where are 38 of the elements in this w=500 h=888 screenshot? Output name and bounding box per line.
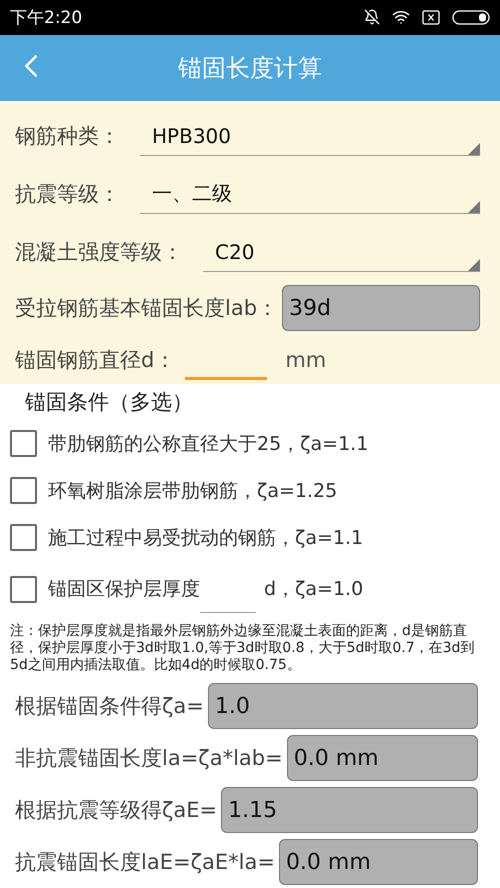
checkbox[interactable] bbox=[10, 524, 37, 551]
field-label: 混凝土强度等级： bbox=[15, 239, 183, 266]
result-field: 1.15 bbox=[221, 787, 478, 833]
result-field: 0.0 mm bbox=[286, 735, 478, 781]
condition-label: 带肋钢筋的公称直径大于25，ζa=1.1 bbox=[48, 432, 368, 456]
dropdown[interactable]: C20 bbox=[203, 232, 480, 272]
section-title: 锚固条件（多选） bbox=[25, 389, 194, 416]
mute-icon bbox=[364, 9, 380, 26]
checkbox[interactable] bbox=[10, 430, 37, 457]
dropdown-arrow-icon bbox=[468, 143, 480, 156]
wifi-icon bbox=[392, 8, 410, 26]
result-field: 1.0 bbox=[208, 683, 478, 729]
condition-suffix: d，ζa=1.0 bbox=[264, 577, 364, 602]
status-time: 下午2:20 bbox=[10, 6, 82, 29]
battery-icon bbox=[452, 10, 490, 25]
note-text: 注：保护层厚度就是指最外层钢筋外边缘至混凝土表面的距离，d是钢筋直径，保护层厚度小于3d时取1.0,等于3d时取0.8，大于5d时取0.7，在3d到5d之间用内插法取值。比如4d的时候取0.75。 bbox=[10, 623, 476, 674]
condition-label: 施工过程中易受扰动的钢筋，ζa=1.1 bbox=[48, 526, 364, 550]
field-label: 锚固钢筋直径d： bbox=[15, 346, 176, 374]
result-label: 根据锚固条件得ζa= bbox=[15, 693, 204, 720]
field-label: 钢筋种类： bbox=[15, 123, 120, 150]
checkbox[interactable] bbox=[10, 477, 37, 504]
condition-label: 环氧树脂涂层带肋钢筋，ζa=1.25 bbox=[48, 478, 338, 504]
sim-card-icon bbox=[422, 10, 440, 25]
unit-label: mm bbox=[285, 348, 326, 372]
result-label: 非抗震锚固长度la=ζa*lab= bbox=[15, 745, 283, 772]
dropdown[interactable]: HPB300 bbox=[140, 116, 480, 156]
checkbox[interactable] bbox=[10, 576, 37, 602]
result-label: 抗震锚固长度laE=ζaE*la= bbox=[15, 849, 275, 876]
dropdown-arrow-icon bbox=[468, 201, 480, 214]
page-title: 锚固长度计算 bbox=[178, 52, 322, 84]
dropdown-arrow-icon bbox=[468, 259, 480, 272]
value-field: 39d bbox=[282, 285, 480, 332]
field-label: 抗震等级： bbox=[15, 181, 120, 208]
condition-label: 锚固区保护层厚度 bbox=[48, 577, 200, 602]
dropdown[interactable]: 一、二级 bbox=[140, 174, 480, 214]
result-field: 0.0 mm bbox=[278, 839, 478, 885]
result-label: 根据抗震等级得ζaE= bbox=[15, 797, 218, 824]
field-label: 受拉钢筋基本锚固长度lab： bbox=[15, 295, 278, 322]
